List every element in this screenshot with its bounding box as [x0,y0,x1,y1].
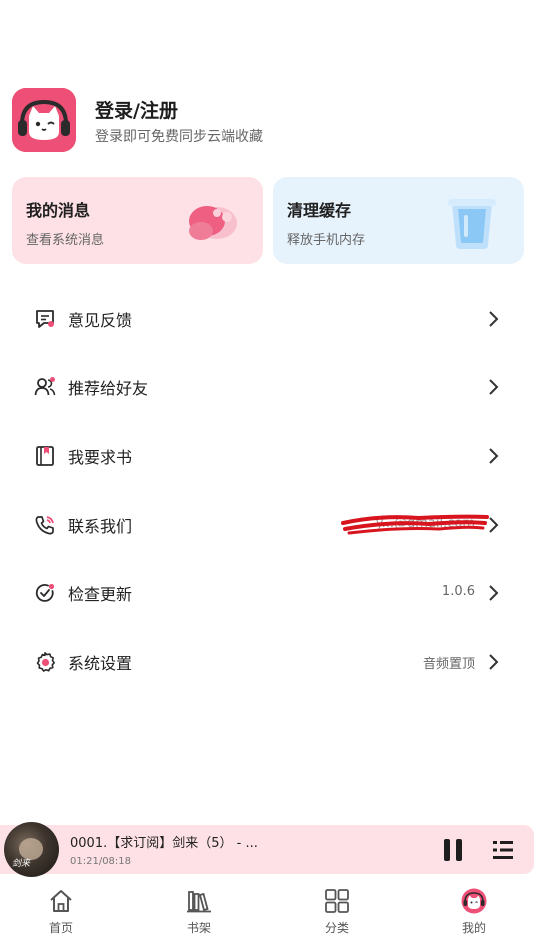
feedback-label: 意见反馈 [68,311,133,330]
album-cover[interactable]: 剑来 [4,822,59,877]
playlist-icon[interactable] [492,839,514,861]
check-update-label: 检查更新 [68,585,133,604]
contact-label: 联系我们 [68,517,133,536]
recommend-label: 推荐给好友 [68,379,149,398]
chevron-right-icon [489,379,499,395]
cat-avatar-icon [461,888,487,914]
track-title[interactable]: 0001.【求订阅】剑来（5） - ... [70,832,290,851]
clear-cache-subtitle: 释放手机内存 [287,233,366,248]
menu-item-contact[interactable]: 联系我们 y...@gmail.com [0,495,539,555]
trash-can-icon [448,199,496,249]
category-grid-icon [325,889,349,913]
login-register-title[interactable]: 登录/注册 [95,96,178,123]
chevron-right-icon [489,311,499,327]
cat-headphones-logo-icon [12,88,76,152]
pause-icon[interactable] [442,838,464,862]
home-icon [50,890,72,912]
chevron-right-icon [489,448,499,464]
nav-bookshelf-label: 书架 [186,921,211,935]
bottom-navigation: 首页 书架 分类 我的 [0,880,539,942]
mini-player-bar[interactable]: 剑来 0001.【求订阅】剑来（5） - ... 01:21/08:18 [0,822,534,877]
share-friends-icon [34,377,56,396]
settings-label: 系统设置 [68,654,133,673]
my-messages-title: 我的消息 [26,201,91,220]
chevron-right-icon [489,654,499,670]
nav-mine-label: 我的 [461,921,486,935]
nav-bookshelf[interactable]: 书架 [159,888,239,938]
menu-item-check-update[interactable]: 检查更新 1.0.6 [0,563,539,623]
settings-gear-icon [36,652,55,672]
feedback-icon [36,310,54,328]
nav-mine[interactable]: 我的 [434,888,514,938]
message-bubble-icon [189,206,237,240]
nav-category[interactable]: 分类 [297,888,377,938]
phone-icon [35,516,54,535]
menu-item-settings[interactable]: 系统设置 音频置顶 [0,632,539,692]
clear-cache-card[interactable]: 清理缓存 释放手机内存 [273,177,524,264]
nav-home[interactable]: 首页 [21,888,101,938]
menu-item-recommend[interactable]: 推荐给好友 [0,357,539,417]
app-logo [12,88,76,152]
login-profile-header[interactable]: 登录/注册 登录即可免费同步云端收藏 [12,88,512,152]
login-subtitle: 登录即可免费同步云端收藏 [95,129,263,145]
nav-category-label: 分类 [324,921,349,935]
version-value: 1.0.6 [441,584,475,599]
book-icon [36,446,54,466]
bookshelf-icon [187,891,211,913]
menu-item-request-book[interactable]: 我要求书 [0,426,539,486]
my-messages-subtitle: 查看系统消息 [26,233,105,248]
menu-item-feedback[interactable]: 意见反馈 [0,289,539,349]
chevron-right-icon [489,585,499,601]
chevron-right-icon [489,517,499,533]
nav-home-label: 首页 [48,921,73,935]
clear-cache-title: 清理缓存 [287,201,352,220]
track-time: 01:21/08:18 [70,856,132,867]
request-book-label: 我要求书 [68,448,133,467]
my-messages-card[interactable]: 我的消息 查看系统消息 [12,177,263,264]
contact-email-value: y...@gmail.com [375,516,475,531]
settings-value: 音频置顶 [422,657,475,672]
cover-calligraphy: 剑来 [12,859,31,869]
check-update-icon [35,583,55,602]
